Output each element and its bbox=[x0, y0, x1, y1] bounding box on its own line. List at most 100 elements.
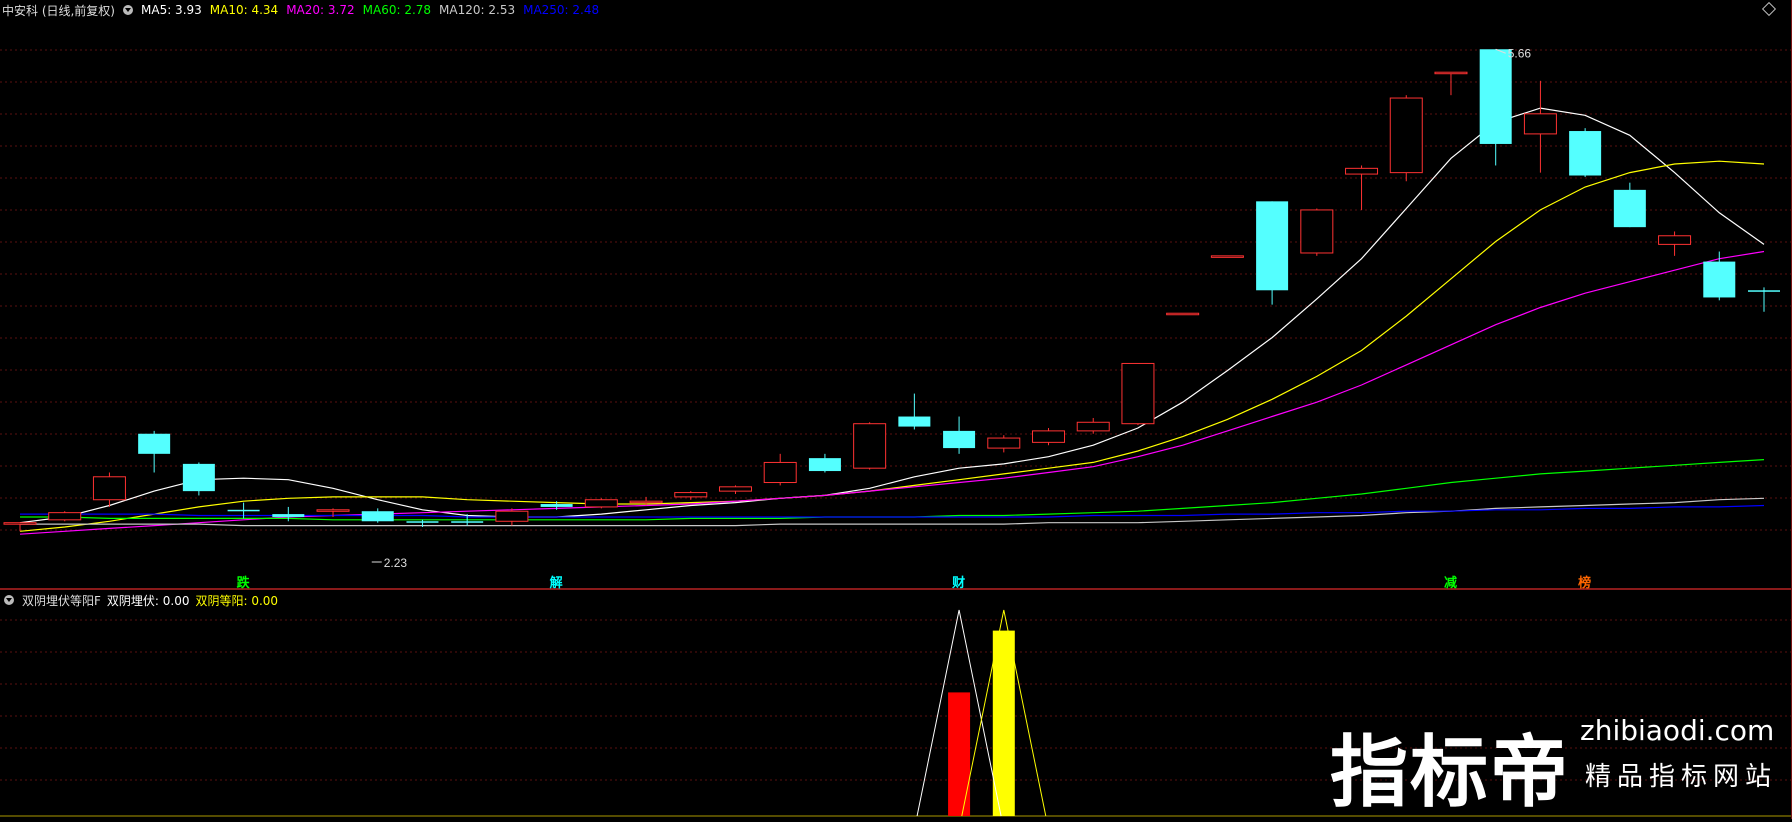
candle bbox=[1434, 71, 1468, 96]
candle-body bbox=[92, 476, 126, 501]
candle-body bbox=[495, 510, 529, 522]
indicator-name: 双阴埋伏等阳F bbox=[22, 593, 101, 608]
candle-body bbox=[1345, 167, 1379, 175]
candle-body bbox=[1569, 131, 1602, 176]
ma-legend-item: MA120: 2.53 bbox=[439, 3, 516, 17]
candle bbox=[361, 508, 394, 523]
candle bbox=[1389, 95, 1423, 182]
candle-body bbox=[3, 522, 37, 525]
candle bbox=[1748, 287, 1780, 312]
candle bbox=[1569, 128, 1602, 177]
candle-body bbox=[1032, 430, 1066, 443]
event-marker[interactable]: 减 bbox=[1444, 572, 1457, 591]
candle-body bbox=[1658, 235, 1692, 245]
candle bbox=[763, 453, 797, 486]
candle-body bbox=[1210, 255, 1244, 258]
candle bbox=[943, 416, 976, 454]
ma-line-ma20 bbox=[19, 250, 1765, 535]
ma-legend-item: MA20: 3.72 bbox=[286, 3, 355, 17]
candle-body bbox=[1256, 201, 1289, 291]
candle bbox=[718, 485, 752, 495]
candle bbox=[1479, 49, 1512, 166]
candlestick-chart[interactable]: 5.66 2.23 bbox=[0, 0, 1792, 590]
event-marker[interactable]: 解 bbox=[550, 572, 563, 591]
ma-line-ma5 bbox=[19, 107, 1765, 524]
candle-body bbox=[406, 521, 439, 523]
candle bbox=[1703, 251, 1736, 301]
candle-body bbox=[451, 521, 484, 523]
candle-body bbox=[1166, 312, 1200, 316]
candle bbox=[48, 511, 82, 522]
event-marker[interactable]: 财 bbox=[952, 572, 965, 591]
candle-body bbox=[1479, 49, 1512, 144]
candle-body bbox=[540, 504, 573, 507]
candle-body bbox=[272, 514, 305, 517]
candle bbox=[987, 435, 1021, 453]
ma-line-ma60 bbox=[20, 459, 1765, 521]
candle bbox=[1166, 312, 1200, 316]
watermark-url: zhibiaodi.com bbox=[1580, 714, 1775, 747]
watermark-brand: 指标帝 bbox=[1330, 728, 1571, 818]
indicator-legend-item: 双阴等阳: 0.00 bbox=[195, 593, 279, 608]
candle-body bbox=[138, 433, 171, 454]
ma-legend-items: MA5: 3.93 MA10: 4.34 MA20: 3.72 MA60: 2.78 M… bbox=[141, 3, 599, 17]
indicator-legend-item: 双阴埋伏: 0.00 bbox=[106, 593, 190, 608]
candle-body bbox=[1300, 209, 1334, 254]
stock-title: 中安科 (日线,前复权) bbox=[2, 3, 115, 18]
event-marker[interactable]: 榜 bbox=[1578, 572, 1591, 591]
ma-line-ma120 bbox=[20, 497, 1765, 527]
candle-body bbox=[898, 416, 931, 427]
candle-body bbox=[629, 500, 663, 504]
candle-body bbox=[1434, 71, 1468, 75]
candle bbox=[1613, 182, 1646, 228]
candle bbox=[1076, 417, 1110, 434]
candle-body bbox=[943, 430, 976, 449]
candle bbox=[898, 393, 931, 430]
candle-body bbox=[1076, 421, 1110, 432]
candle-body bbox=[1121, 362, 1155, 425]
dropdown-circle-icon[interactable] bbox=[4, 595, 14, 605]
ma-legend-item: MA250: 2.48 bbox=[523, 3, 600, 17]
candle-body bbox=[1703, 261, 1736, 298]
price-chart-panel[interactable]: 5.66 2.23 中安科 (日线,前复权) MA5: 3.93 MA10: 4.3… bbox=[0, 0, 1792, 590]
candle-body bbox=[584, 499, 618, 508]
candle bbox=[495, 508, 529, 526]
high-label: 5.66 bbox=[1508, 46, 1532, 60]
candle-body bbox=[316, 509, 350, 512]
ma-legend-item: MA10: 4.34 bbox=[209, 3, 279, 17]
candle bbox=[1523, 80, 1557, 173]
ma-legend-item: MA5: 3.93 bbox=[141, 3, 202, 17]
candle bbox=[182, 462, 215, 496]
candle bbox=[853, 422, 887, 470]
candle bbox=[1210, 255, 1244, 258]
candle-body bbox=[987, 437, 1021, 449]
candle bbox=[584, 498, 618, 509]
candle bbox=[1345, 165, 1379, 210]
candle bbox=[1658, 231, 1692, 256]
watermark: 指标帝 zhibiaodi.com 精品指标网站 bbox=[1330, 700, 1790, 818]
candle-body bbox=[1523, 113, 1557, 135]
candle-body bbox=[361, 511, 394, 522]
watermark-slogan: 精品指标网站 bbox=[1585, 762, 1778, 792]
candle-body bbox=[808, 458, 841, 472]
candle-body bbox=[853, 423, 887, 469]
candle-body bbox=[1748, 290, 1780, 292]
candle bbox=[808, 453, 841, 473]
candle bbox=[1032, 428, 1066, 446]
indicator-bar bbox=[992, 630, 1015, 816]
dropdown-circle-icon[interactable] bbox=[123, 5, 133, 15]
ma-line-ma10 bbox=[19, 160, 1765, 532]
main-legend: 中安科 (日线,前复权) MA5: 3.93 MA10: 4.34 MA20: 3.… bbox=[2, 2, 599, 18]
candle bbox=[1121, 362, 1155, 426]
indicator-bar bbox=[948, 692, 971, 816]
low-label: 2.23 bbox=[384, 556, 408, 570]
candle-body bbox=[1389, 97, 1423, 174]
candle-body bbox=[227, 509, 260, 512]
candle-body bbox=[674, 492, 708, 498]
indicator-legend-items: 双阴埋伏: 0.00 双阴等阳: 0.00 bbox=[107, 592, 278, 609]
candle-body bbox=[1613, 189, 1646, 228]
candle-body bbox=[763, 461, 797, 484]
event-marker[interactable]: 跌 bbox=[237, 572, 250, 591]
ma-legend-item: MA60: 2.78 bbox=[362, 3, 432, 17]
candle-body bbox=[718, 486, 752, 492]
